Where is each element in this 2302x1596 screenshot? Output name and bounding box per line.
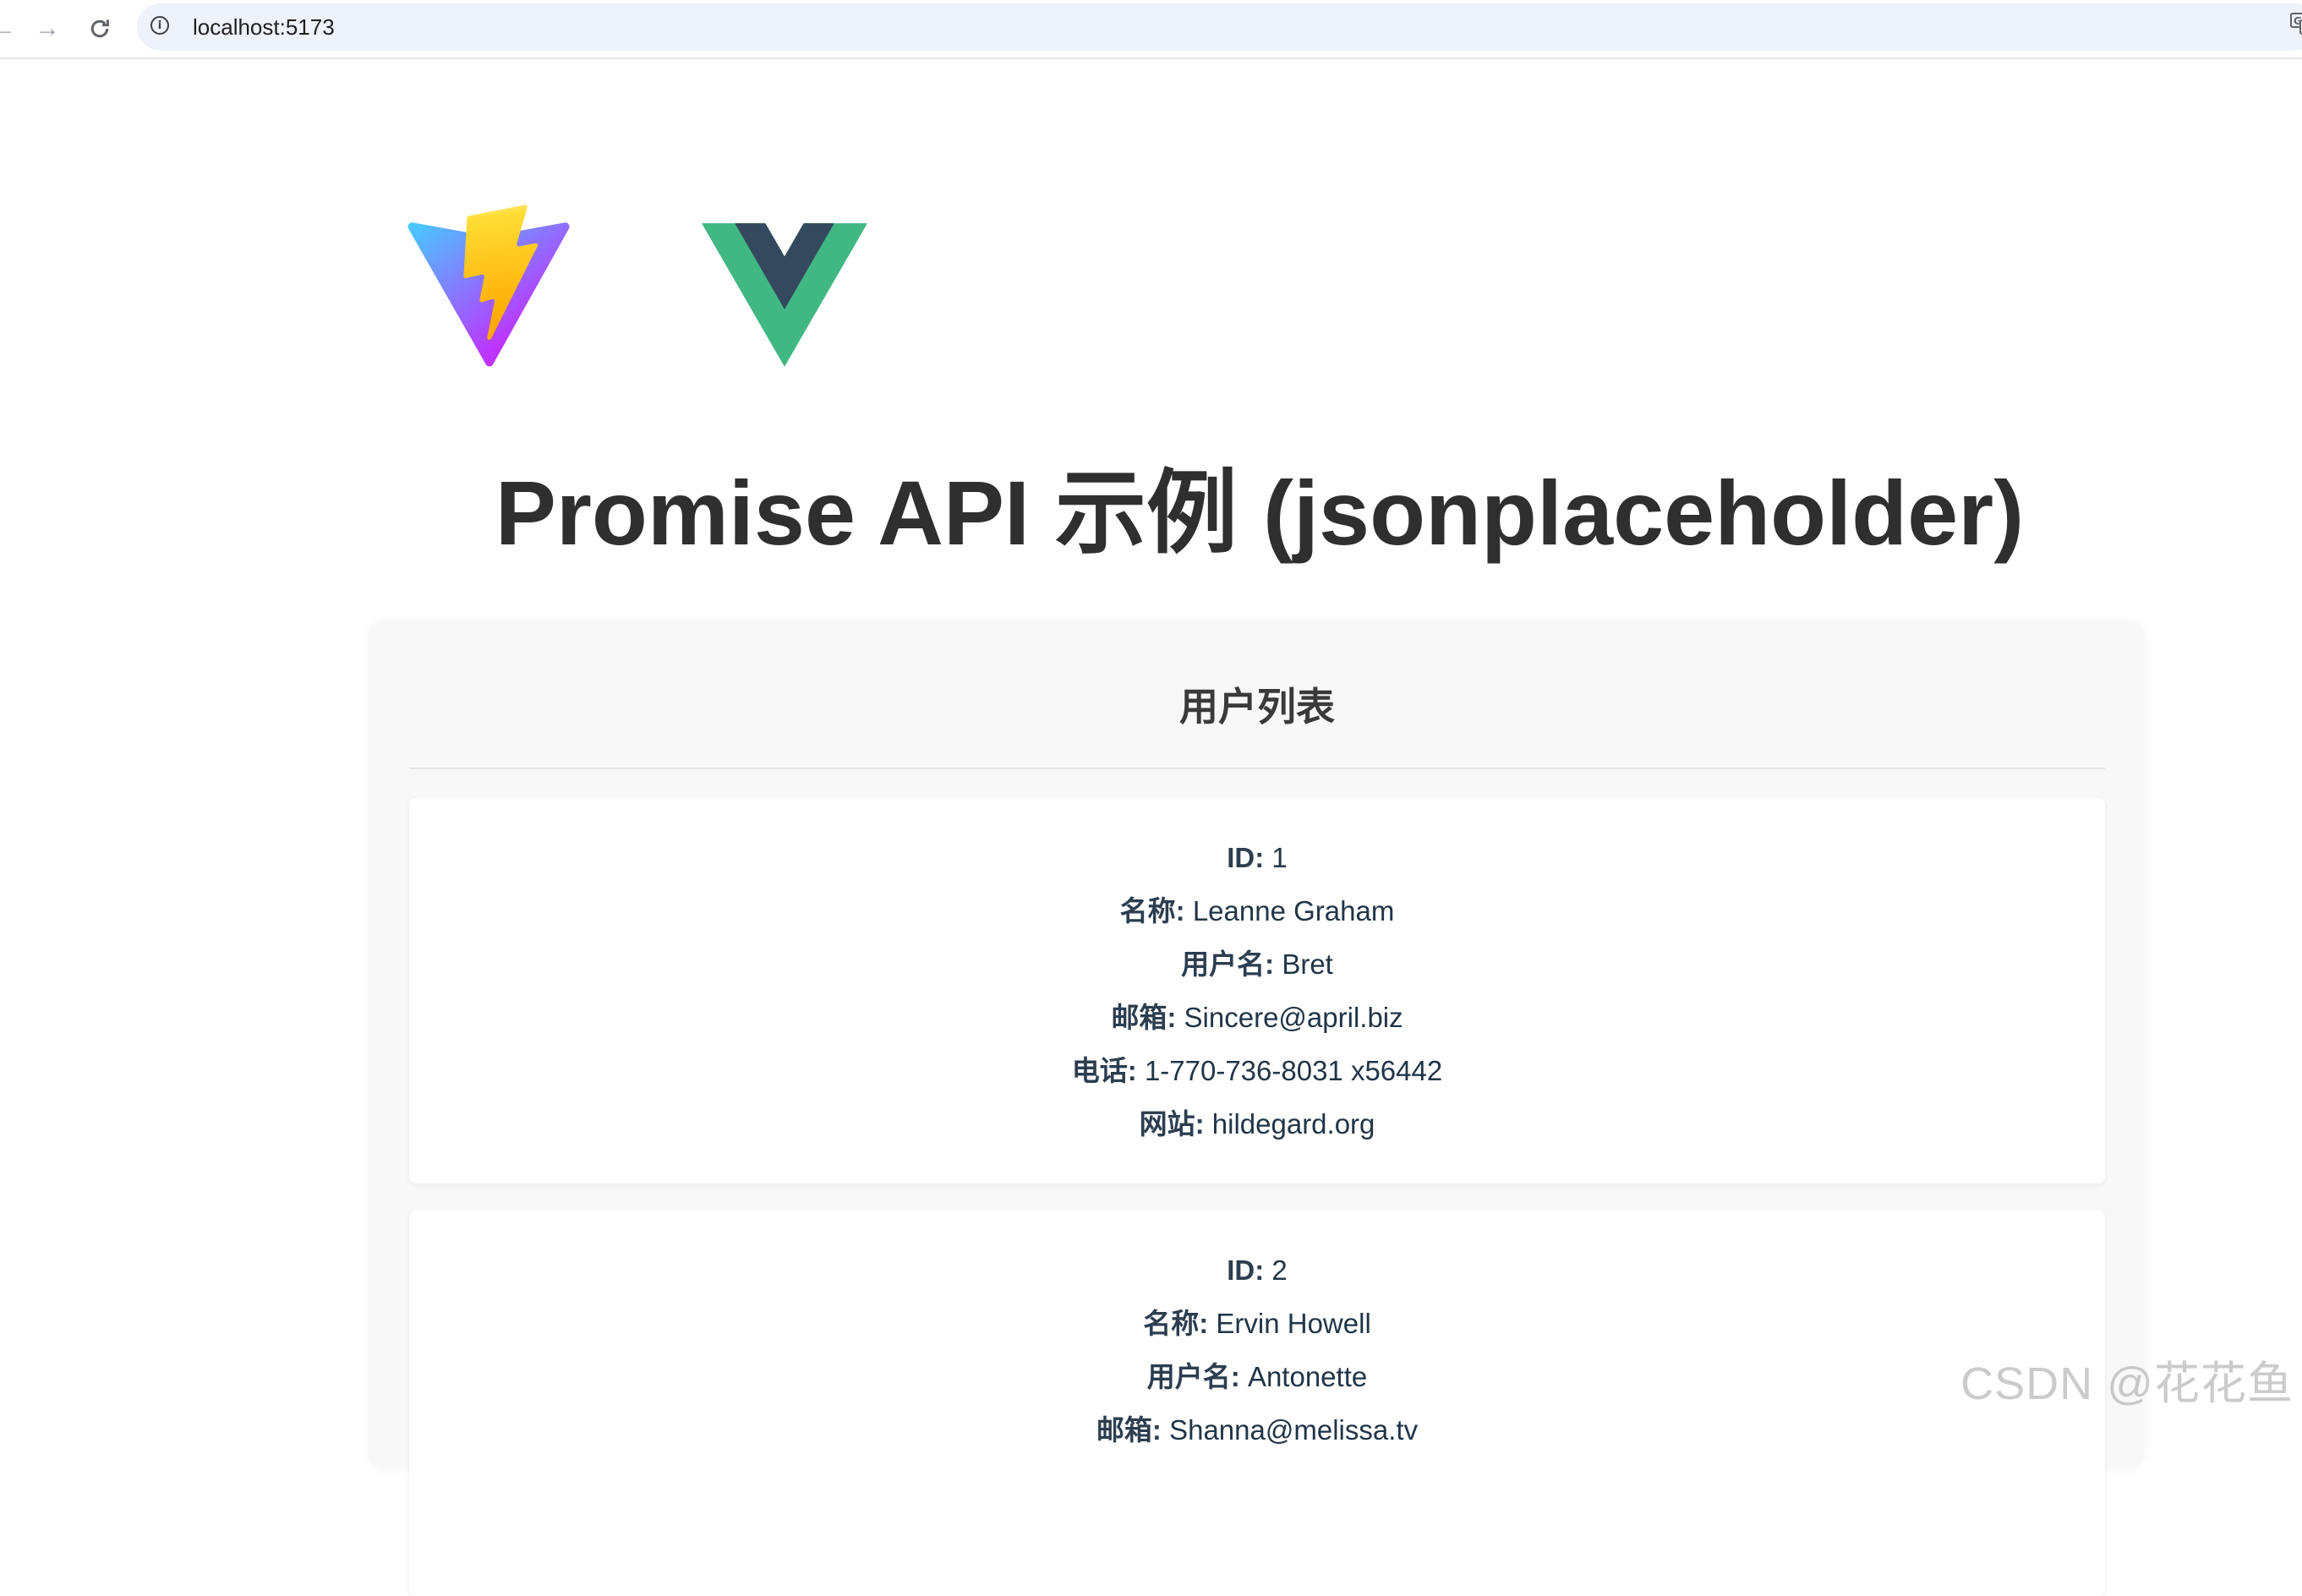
user-website-value: hildegard.org	[1211, 1108, 1375, 1140]
translate-icon[interactable]: G	[2290, 12, 2302, 36]
field-label: 邮箱:	[1111, 1002, 1177, 1033]
user-website-row: 网站: hildegard.org	[409, 1110, 2105, 1138]
field-label: ID:	[1227, 1254, 1265, 1286]
user-id-value: 2	[1271, 1254, 1288, 1286]
field-label: 用户名:	[1181, 948, 1275, 980]
address-bar[interactable]: i localhost:5173	[137, 3, 2302, 51]
reload-icon[interactable]	[81, 10, 118, 47]
watermark: CSDN @花花鱼	[1960, 1358, 2294, 1409]
user-email-row: 邮箱: Shanna@melissa.tv	[409, 1416, 2105, 1444]
user-phone-value: 1-770-736-8031 x56442	[1144, 1055, 1443, 1086]
field-label: 电话:	[1071, 1055, 1137, 1086]
back-arrow-icon[interactable]: ←	[0, 10, 22, 47]
user-username-value: Antonette	[1247, 1361, 1368, 1392]
vite-logo[interactable]	[404, 203, 573, 372]
user-list-panel: 用户列表 ID: 1 名称: Leanne Graham 用户名: Bret 邮…	[369, 622, 2144, 1596]
field-label: 名称:	[1143, 1308, 1209, 1339]
user-card: ID: 1 名称: Leanne Graham 用户名: Bret 邮箱: Si…	[409, 798, 2105, 1183]
user-username-row: 用户名: Bret	[409, 950, 2105, 978]
user-username-value: Bret	[1282, 948, 1333, 980]
user-id-row: ID: 2	[409, 1256, 2105, 1284]
user-name-value: Leanne Graham	[1192, 895, 1395, 926]
url-text[interactable]: localhost:5173	[193, 14, 335, 41]
page-title: Promise API 示例 (jsonplaceholder)	[495, 462, 2025, 564]
user-phone-row: 电话: 1-770-736-8031 x56442	[409, 1057, 2105, 1085]
forward-arrow-icon[interactable]: →	[29, 10, 66, 47]
user-username-row: 用户名: Antonette	[409, 1363, 2105, 1391]
section-title: 用户列表	[1179, 685, 1335, 729]
field-label: 网站:	[1139, 1108, 1205, 1140]
field-label: 邮箱:	[1096, 1414, 1162, 1446]
user-id-value: 1	[1271, 842, 1288, 873]
divider	[409, 768, 2105, 769]
user-name-value: Ervin Howell	[1216, 1308, 1371, 1339]
user-email-value: Sincere@april.biz	[1184, 1002, 1403, 1033]
user-name-row: 名称: Leanne Graham	[409, 897, 2105, 925]
info-icon[interactable]: i	[150, 16, 169, 35]
user-email-row: 邮箱: Sincere@april.biz	[409, 1003, 2105, 1031]
browser-toolbar: ← → i localhost:5173 G	[0, 0, 2302, 59]
user-id-row: ID: 1	[409, 844, 2105, 872]
user-card: ID: 2 名称: Ervin Howell 用户名: Antonette 邮箱…	[409, 1211, 2105, 1596]
vue-logo[interactable]	[701, 223, 867, 367]
field-label: 名称:	[1119, 895, 1185, 926]
user-name-row: 名称: Ervin Howell	[409, 1309, 2105, 1337]
user-email-value: Shanna@melissa.tv	[1169, 1414, 1419, 1446]
field-label: 用户名:	[1146, 1361, 1240, 1392]
field-label: ID:	[1227, 842, 1265, 873]
